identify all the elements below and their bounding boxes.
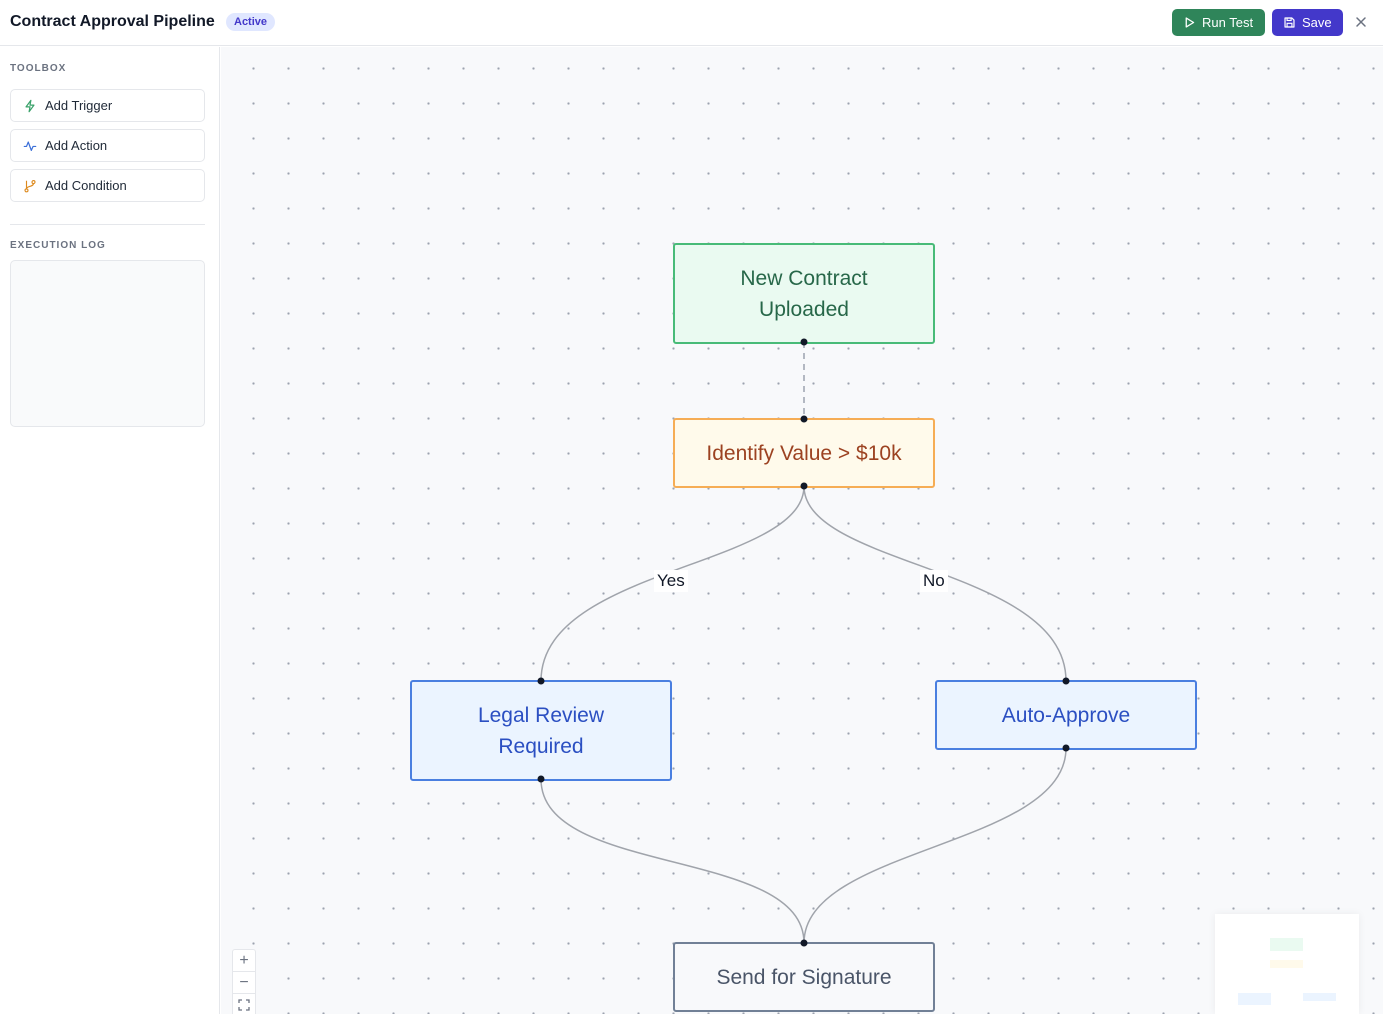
handle[interactable] <box>800 415 808 423</box>
minimap-node <box>1270 960 1303 968</box>
top-bar: Contract Approval Pipeline Active Run Te… <box>0 0 1383 46</box>
minimap[interactable] <box>1215 914 1359 1014</box>
branch-icon <box>24 179 36 192</box>
handle[interactable] <box>800 939 808 947</box>
handles-layer <box>537 338 1070 947</box>
minimap-node <box>1270 938 1303 951</box>
save-label: Save <box>1302 15 1332 30</box>
activity-icon <box>23 140 37 151</box>
fit-view-icon <box>238 999 250 1011</box>
workflow-canvas[interactable]: New Contract Uploaded Identify Value > $1… <box>221 47 1383 1014</box>
minimap-node <box>1303 993 1336 1001</box>
sidebar: TOOLBOX Add Trigger Add Action Add Condi… <box>0 47 220 1014</box>
sidebar-divider <box>10 224 205 225</box>
zoom-in-button[interactable]: + <box>233 950 255 972</box>
add-action-button[interactable]: Add Action <box>10 129 205 162</box>
add-condition-label: Add Condition <box>45 178 127 193</box>
handle[interactable] <box>1062 744 1070 752</box>
edge-label-no: No <box>920 570 948 592</box>
handle[interactable] <box>800 482 808 490</box>
toolbox-heading: TOOLBOX <box>10 63 67 74</box>
add-action-label: Add Action <box>45 138 108 153</box>
edge-label-yes: Yes <box>654 570 688 592</box>
run-test-label: Run Test <box>1202 15 1254 30</box>
save-button[interactable]: Save <box>1272 9 1343 36</box>
close-icon[interactable] <box>1354 15 1368 29</box>
lightning-icon <box>25 99 35 112</box>
status-badge: Active <box>226 13 276 31</box>
handle[interactable] <box>1062 677 1070 685</box>
handle[interactable] <box>537 775 545 783</box>
fit-view-button[interactable] <box>233 994 255 1014</box>
floppy-disk-icon <box>1284 17 1295 28</box>
add-condition-button[interactable]: Add Condition <box>10 169 205 202</box>
add-trigger-button[interactable]: Add Trigger <box>10 89 205 122</box>
minimap-node <box>1238 993 1271 1005</box>
zoom-out-button[interactable]: − <box>233 972 255 994</box>
execution-log-heading: EXECUTION LOG <box>10 240 106 251</box>
handle[interactable] <box>537 677 545 685</box>
execution-log-panel <box>10 260 205 427</box>
run-test-button[interactable]: Run Test <box>1172 9 1265 36</box>
page-title: Contract Approval Pipeline <box>10 13 215 30</box>
handle[interactable] <box>800 338 808 346</box>
play-icon <box>1185 17 1195 28</box>
add-trigger-label: Add Trigger <box>45 98 113 113</box>
zoom-controls: + − <box>232 949 256 1014</box>
